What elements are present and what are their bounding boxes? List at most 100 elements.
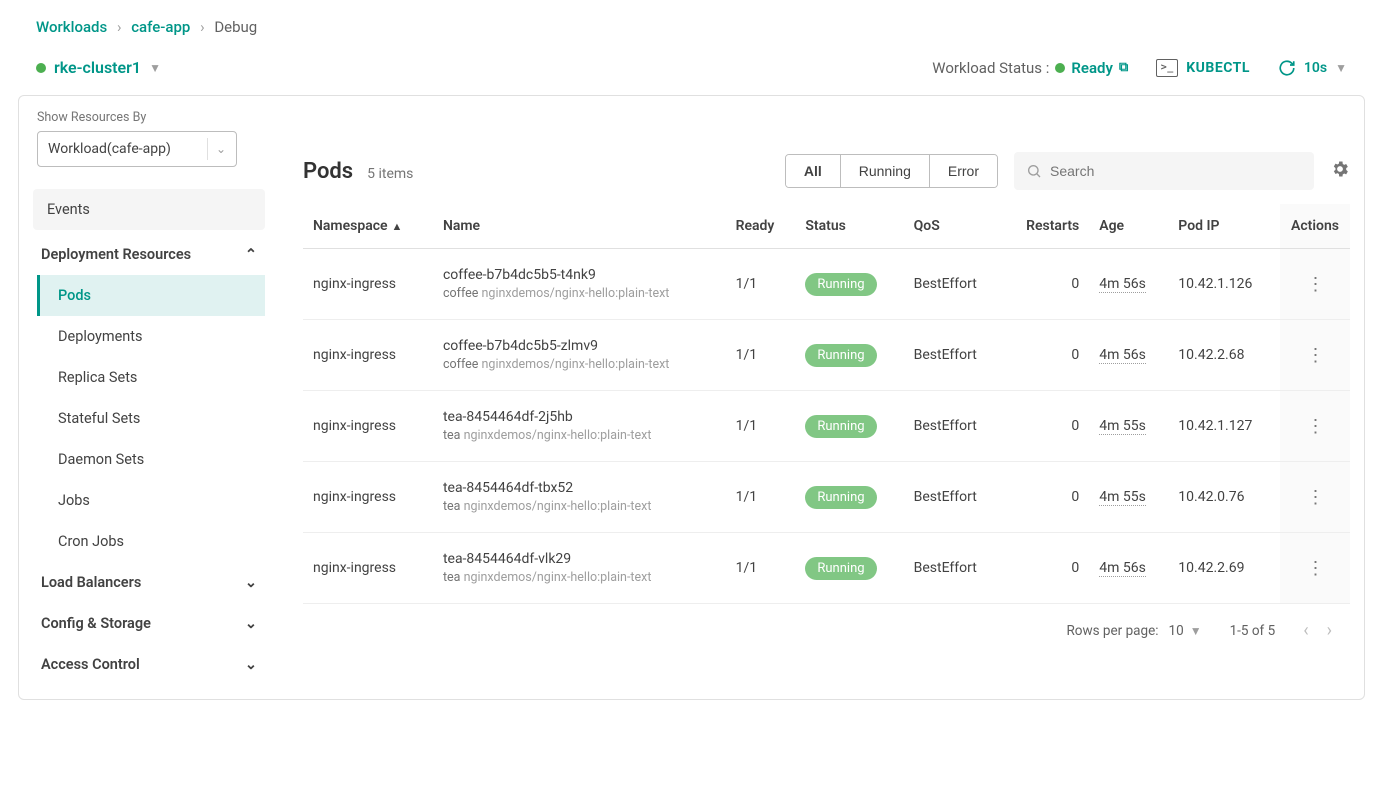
workload-status-link[interactable]: Ready ⧉	[1055, 59, 1128, 77]
col-name[interactable]: Name	[433, 204, 726, 249]
col-status[interactable]: Status	[795, 204, 903, 249]
col-restarts[interactable]: Restarts	[1002, 204, 1089, 249]
col-qos[interactable]: QoS	[904, 204, 1003, 249]
next-page-button[interactable]: ›	[1327, 620, 1332, 641]
breadcrumb-workloads[interactable]: Workloads	[36, 18, 107, 36]
rows-per-page-label: Rows per page:	[1066, 623, 1158, 639]
filter-all-button[interactable]: All	[786, 155, 841, 187]
cell-status: Running	[795, 391, 903, 462]
sidebar-section-config-storage[interactable]: Config & Storage ⌄	[37, 603, 265, 644]
prev-page-button[interactable]: ‹	[1303, 620, 1308, 641]
row-actions-button[interactable]: ⋮	[1307, 416, 1324, 437]
sidebar-section-deployment-resources[interactable]: Deployment Resources ⌃	[37, 234, 265, 275]
pagination-range: 1-5 of 5	[1230, 623, 1276, 639]
sidebar-item-jobs[interactable]: Jobs	[37, 480, 265, 521]
cluster-name: rke-cluster1	[54, 58, 141, 77]
refresh-interval[interactable]: 10s ▼	[1278, 59, 1347, 77]
cell-ready: 1/1	[726, 391, 796, 462]
resource-filter-select[interactable]: Workload(cafe-app) ⌄	[37, 131, 237, 167]
cell-qos: BestEffort	[904, 391, 1003, 462]
cell-status: Running	[795, 462, 903, 533]
status-badge: Running	[805, 486, 876, 509]
col-pod-ip[interactable]: Pod IP	[1168, 204, 1280, 249]
search-icon	[1026, 163, 1042, 179]
resource-filter-value: Workload(cafe-app)	[48, 141, 171, 157]
row-actions-button[interactable]: ⋮	[1307, 345, 1324, 366]
item-count: 5 items	[367, 166, 413, 182]
col-namespace[interactable]: Namespace▲	[303, 204, 433, 249]
external-link-icon: ⧉	[1119, 60, 1128, 75]
status-filter-group: All Running Error	[785, 154, 998, 188]
cell-qos: BestEffort	[904, 462, 1003, 533]
chevron-down-icon: ⌄	[216, 142, 226, 156]
sidebar-item-events[interactable]: Events	[33, 189, 265, 230]
cell-pod-ip: 10.42.1.127	[1168, 391, 1280, 462]
status-badge: Running	[805, 557, 876, 580]
row-actions-button[interactable]: ⋮	[1307, 274, 1324, 295]
cell-namespace: nginx-ingress	[303, 320, 433, 391]
cell-age: 4m 55s	[1089, 462, 1168, 533]
page-title: Pods	[303, 159, 353, 184]
cell-actions: ⋮	[1280, 249, 1350, 320]
table-row[interactable]: nginx-ingresstea-8454464df-vlk29tea ngin…	[303, 533, 1350, 604]
cell-age: 4m 55s	[1089, 391, 1168, 462]
cell-ready: 1/1	[726, 462, 796, 533]
chevron-right-icon: ›	[117, 18, 122, 36]
settings-button[interactable]	[1330, 159, 1350, 183]
sidebar-item-replica-sets[interactable]: Replica Sets	[37, 357, 265, 398]
table-row[interactable]: nginx-ingresscoffee-b7b4dc5b5-t4nk9coffe…	[303, 249, 1350, 320]
chevron-down-icon: ⌄	[245, 574, 257, 591]
sidebar-item-cron-jobs[interactable]: Cron Jobs	[37, 521, 265, 562]
chevron-down-icon: ⌄	[245, 656, 257, 673]
cell-status: Running	[795, 533, 903, 604]
search-box[interactable]	[1014, 152, 1314, 190]
cell-actions: ⋮	[1280, 320, 1350, 391]
sidebar-section-access-control[interactable]: Access Control ⌄	[37, 644, 265, 685]
sidebar-section-load-balancers[interactable]: Load Balancers ⌄	[37, 562, 265, 603]
breadcrumb: Workloads › cafe-app › Debug	[0, 0, 1383, 48]
filter-error-button[interactable]: Error	[930, 155, 997, 187]
chevron-up-icon: ⌃	[245, 246, 257, 263]
table-row[interactable]: nginx-ingresstea-8454464df-2j5hbtea ngin…	[303, 391, 1350, 462]
cell-age: 4m 56s	[1089, 249, 1168, 320]
col-ready[interactable]: Ready	[726, 204, 796, 249]
search-input[interactable]	[1050, 163, 1302, 179]
filter-running-button[interactable]: Running	[841, 155, 930, 187]
sidebar-item-daemon-sets[interactable]: Daemon Sets	[37, 439, 265, 480]
kubectl-button[interactable]: >_ KUBECTL	[1156, 59, 1250, 77]
refresh-icon	[1278, 59, 1296, 77]
cell-ready: 1/1	[726, 249, 796, 320]
chevron-down-icon: ⌄	[245, 615, 257, 632]
breadcrumb-app[interactable]: cafe-app	[131, 18, 190, 36]
rows-per-page-value: 10	[1169, 623, 1184, 639]
sidebar-item-stateful-sets[interactable]: Stateful Sets	[37, 398, 265, 439]
table-row[interactable]: nginx-ingresscoffee-b7b4dc5b5-zlmv9coffe…	[303, 320, 1350, 391]
cell-restarts: 0	[1002, 320, 1089, 391]
filter-label: Show Resources By	[37, 110, 265, 125]
cell-age: 4m 56s	[1089, 533, 1168, 604]
cell-actions: ⋮	[1280, 462, 1350, 533]
status-badge: Running	[805, 273, 876, 296]
sidebar-section-label: Access Control	[41, 656, 140, 673]
terminal-icon: >_	[1156, 59, 1178, 77]
sidebar-section-label: Load Balancers	[41, 574, 141, 591]
row-actions-button[interactable]: ⋮	[1307, 487, 1324, 508]
cell-namespace: nginx-ingress	[303, 462, 433, 533]
cell-name: coffee-b7b4dc5b5-zlmv9coffee nginxdemos/…	[433, 320, 726, 391]
cell-qos: BestEffort	[904, 320, 1003, 391]
pagination: Rows per page: 10 ▼ 1-5 of 5 ‹ ›	[303, 604, 1350, 659]
cluster-selector[interactable]: rke-cluster1 ▼	[36, 58, 161, 77]
sidebar-item-deployments[interactable]: Deployments	[37, 316, 265, 357]
table-row[interactable]: nginx-ingresstea-8454464df-tbx52tea ngin…	[303, 462, 1350, 533]
cell-namespace: nginx-ingress	[303, 533, 433, 604]
cell-restarts: 0	[1002, 462, 1089, 533]
rows-per-page-select[interactable]: 10 ▼	[1169, 623, 1202, 639]
chevron-right-icon: ›	[200, 18, 205, 36]
cell-namespace: nginx-ingress	[303, 249, 433, 320]
row-actions-button[interactable]: ⋮	[1307, 558, 1324, 579]
breadcrumb-current: Debug	[214, 18, 257, 36]
status-badge: Running	[805, 344, 876, 367]
sidebar-item-pods[interactable]: Pods	[37, 275, 265, 316]
cell-status: Running	[795, 320, 903, 391]
col-age[interactable]: Age	[1089, 204, 1168, 249]
